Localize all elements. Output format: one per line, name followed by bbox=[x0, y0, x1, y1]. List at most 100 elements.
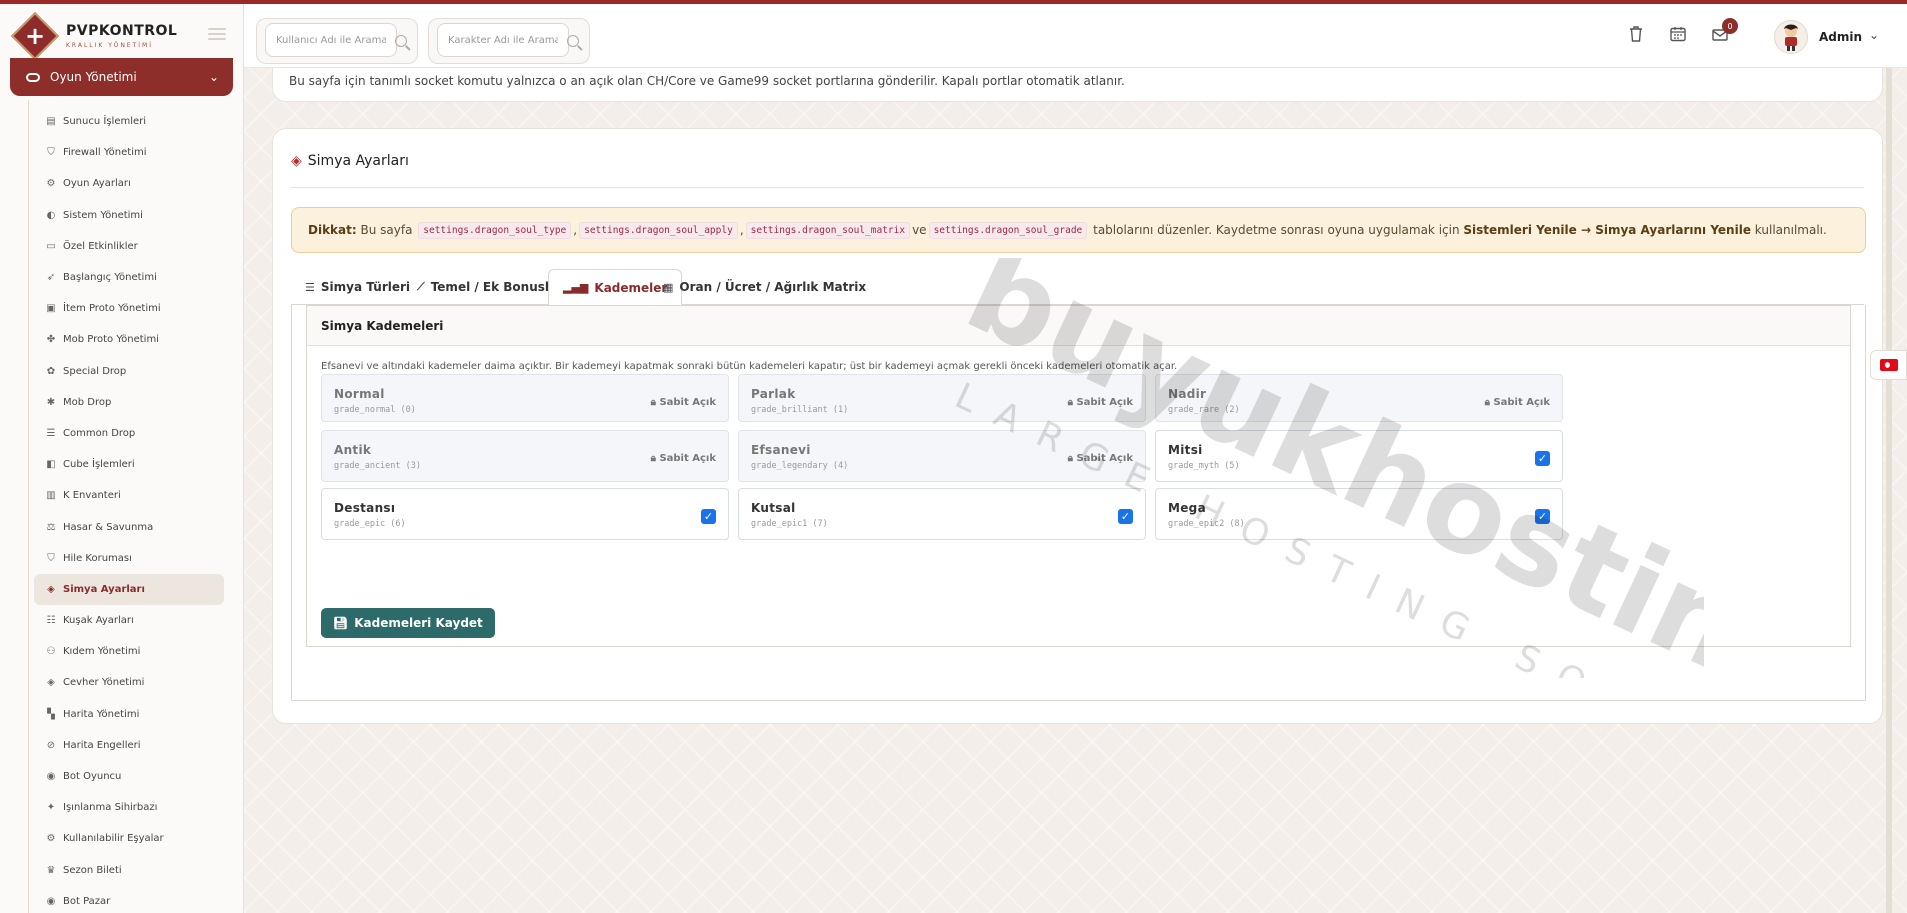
server-icon: ▤ bbox=[46, 116, 56, 128]
sidebar-item-label: Sistem Yönetimi bbox=[63, 209, 143, 221]
sidebar-item[interactable]: ✤ Mob Proto Yönetimi bbox=[34, 324, 224, 355]
save-grades-button[interactable]: 💾︎ Kademeleri Kaydet bbox=[321, 608, 495, 638]
tab-bar: ☰ Simya Türleri ⟋ Temel / Ek Bonuslar ▂▄▆ K… bbox=[291, 269, 1864, 306]
character-search-input[interactable] bbox=[437, 23, 569, 57]
grade-card[interactable]: Kutsal grade_epic1 (7) ✓ bbox=[738, 488, 1146, 540]
page-title: ◈ Simya Ayarları bbox=[291, 153, 409, 169]
sidebar-item[interactable]: ◉ Bot Pazar bbox=[34, 886, 224, 913]
sidebar-item-label: Simya Ayarları bbox=[63, 583, 145, 595]
sidebar-item[interactable]: ♛ Sezon Bileti bbox=[34, 855, 224, 886]
grade-card[interactable]: Destansı grade_epic (6) ✓ bbox=[321, 488, 729, 540]
grade-card[interactable]: Mitsi grade_myth (5) ✓ bbox=[1155, 430, 1563, 482]
trash-icon[interactable] bbox=[1624, 22, 1648, 46]
mail-icon[interactable]: 0 bbox=[1708, 18, 1738, 46]
sidebar-item[interactable]: ✦ Işınlanma Sihirbazı bbox=[34, 792, 224, 823]
sidebar-item[interactable]: ➶ Başlangıç Yönetimi bbox=[34, 262, 224, 293]
chevron-down-icon[interactable]: ⌄ bbox=[1869, 28, 1879, 42]
brand-title: PVPKONTROL bbox=[66, 23, 178, 39]
notification-badge: 0 bbox=[1722, 18, 1738, 34]
locked-label: Sabit Açık bbox=[1076, 453, 1133, 464]
sidebar-item-label: Oyun Ayarları bbox=[63, 178, 131, 190]
brand-logo[interactable]: + PVPKONTROL KRALLIK YÖNETİMİ bbox=[10, 11, 240, 61]
sidebar-item[interactable]: ☷ Kuşak Ayarları bbox=[34, 605, 224, 636]
warning-alert: Dikkat: Bu sayfa settings.dragon_soul_ty… bbox=[291, 207, 1866, 253]
grade-card[interactable]: Mega grade_epic2 (8) ✓ bbox=[1155, 488, 1563, 540]
grade-name: Kutsal bbox=[751, 501, 796, 515]
sidebar-item[interactable]: ◉ Bot Oyuncu bbox=[34, 761, 224, 792]
logo-mark-icon: + bbox=[10, 11, 60, 61]
socket-notice-text: Bu sayfa için tanımlı socket komutu yaln… bbox=[289, 74, 1125, 88]
grade-card: Parlak grade_brilliant (1) 🔒︎ Sabit Açık bbox=[738, 374, 1146, 422]
sidebar-item-label: Başlangıç Yönetimi bbox=[63, 272, 157, 284]
ticket-icon: ▭ bbox=[46, 240, 56, 252]
sidebar-item[interactable]: ▣ İtem Proto Yönetimi bbox=[34, 293, 224, 324]
sidebar-item-label: Sezon Bileti bbox=[63, 864, 122, 876]
save-button-label: Kademeleri Kaydet bbox=[354, 616, 483, 630]
ban-icon: ⊘ bbox=[46, 739, 56, 751]
wand-icon: ⟋ bbox=[417, 280, 425, 293]
sidebar-item[interactable]: ◈ Simya Ayarları bbox=[34, 573, 224, 605]
sidebar-item[interactable]: ⚇ Kıdem Yönetimi bbox=[34, 636, 224, 667]
alert-code-apply: settings.dragon_soul_apply bbox=[579, 221, 738, 239]
alert-code-matrix: settings.dragon_soul_matrix bbox=[745, 221, 911, 239]
sidebar-item[interactable]: ☰ Common Drop bbox=[34, 418, 224, 449]
main-content: Bu sayfa için tanımlı socket komutu yaln… bbox=[244, 58, 1907, 913]
user-name[interactable]: Admin bbox=[1819, 30, 1862, 44]
sidebar-item[interactable]: ⛉ Hile Koruması bbox=[34, 543, 224, 574]
rocket-icon: ➶ bbox=[46, 272, 56, 284]
sidebar-item[interactable]: ⊘ Harita Engelleri bbox=[34, 730, 224, 761]
table-icon: ▦ bbox=[663, 280, 674, 294]
locked-status: 🔒︎ Sabit Açık bbox=[1485, 397, 1550, 408]
sidebar-item-label: Bot Oyuncu bbox=[63, 771, 122, 783]
sidebar-item-label: Hile Koruması bbox=[63, 552, 132, 564]
sidebar-item[interactable]: ▚ Harita Yönetimi bbox=[34, 699, 224, 730]
bug-icon: ✱ bbox=[46, 396, 56, 408]
search-icon[interactable] bbox=[567, 35, 579, 47]
sidebar-item-label: Özel Etkinlikler bbox=[63, 240, 138, 252]
sidebar-item[interactable]: ✱ Mob Drop bbox=[34, 387, 224, 418]
scrollbar-track[interactable] bbox=[1886, 68, 1892, 913]
grade-checkbox[interactable]: ✓ bbox=[1535, 509, 1550, 524]
sidebar-item-label: Cevher Yönetimi bbox=[63, 677, 145, 689]
alert-text-3: kullanılmalı. bbox=[1754, 223, 1827, 237]
sidebar-item-label: Special Drop bbox=[63, 365, 127, 377]
alert-conjunction: ve bbox=[912, 223, 927, 237]
grade-checkbox[interactable]: ✓ bbox=[1535, 451, 1550, 466]
sidebar-item[interactable]: ✿ Special Drop bbox=[34, 356, 224, 387]
lock-icon: 🔒︎ bbox=[650, 397, 656, 408]
grade-checkbox[interactable]: ✓ bbox=[701, 509, 716, 524]
locked-label: Sabit Açık bbox=[1076, 397, 1133, 408]
grade-key: grade_epic1 (7) bbox=[751, 519, 828, 529]
scale-icon: ⚖ bbox=[46, 521, 56, 533]
calendar-icon[interactable] bbox=[1666, 22, 1690, 46]
menu-toggle-icon[interactable] bbox=[208, 28, 226, 40]
panel-title: Simya Kademeleri bbox=[307, 306, 1850, 346]
sidebar-item-label: Cube İşlemleri bbox=[63, 459, 135, 471]
user-search-input[interactable] bbox=[265, 23, 397, 57]
sidebar-item[interactable]: ◈ Cevher Yönetimi bbox=[34, 667, 224, 698]
sidebar-item[interactable]: ▥ K Envanteri bbox=[34, 480, 224, 511]
tab-label: Oran / Ücret / Ağırlık Matrix bbox=[679, 280, 867, 294]
sidebar-item[interactable]: ▤ Sunucu İşlemleri bbox=[34, 106, 224, 137]
sidebar-item[interactable]: ⚙ Oyun Ayarları bbox=[34, 168, 224, 199]
locked-label: Sabit Açık bbox=[659, 397, 716, 408]
sidebar-item[interactable]: ⛉ Firewall Yönetimi bbox=[34, 137, 224, 168]
grade-checkbox[interactable]: ✓ bbox=[1118, 509, 1133, 524]
sidebar-item[interactable]: ◧ Cube İşlemleri bbox=[34, 449, 224, 480]
sidebar-item[interactable]: ◐ Sistem Yönetimi bbox=[34, 200, 224, 231]
sidebar-item[interactable]: ▭ Özel Etkinlikler bbox=[34, 231, 224, 262]
search-icon[interactable] bbox=[395, 35, 407, 47]
robot-icon: ◉ bbox=[46, 895, 56, 907]
sidebar-item[interactable]: ⚙ Kullanılabilir Eşyalar bbox=[34, 823, 224, 854]
language-selector[interactable] bbox=[1870, 350, 1907, 380]
tab-oran-ucret-matrix[interactable]: ▦ Oran / Ücret / Ağırlık Matrix bbox=[649, 269, 880, 305]
map-icon: ▚ bbox=[47, 708, 55, 720]
paw-icon: ✤ bbox=[46, 334, 56, 346]
sidebar-item[interactable]: ⚖ Hasar & Savunma bbox=[34, 511, 224, 542]
trophy-icon: ♛ bbox=[46, 864, 56, 876]
alert-text-1: Bu sayfa bbox=[360, 223, 413, 237]
sidebar-group-oyun-yonetimi[interactable]: Oyun Yönetimi ⌄ bbox=[10, 58, 233, 96]
tab-label: Temel / Ek Bonuslar bbox=[430, 280, 564, 294]
avatar[interactable] bbox=[1774, 20, 1808, 54]
grade-key: grade_epic2 (8) bbox=[1168, 519, 1245, 529]
